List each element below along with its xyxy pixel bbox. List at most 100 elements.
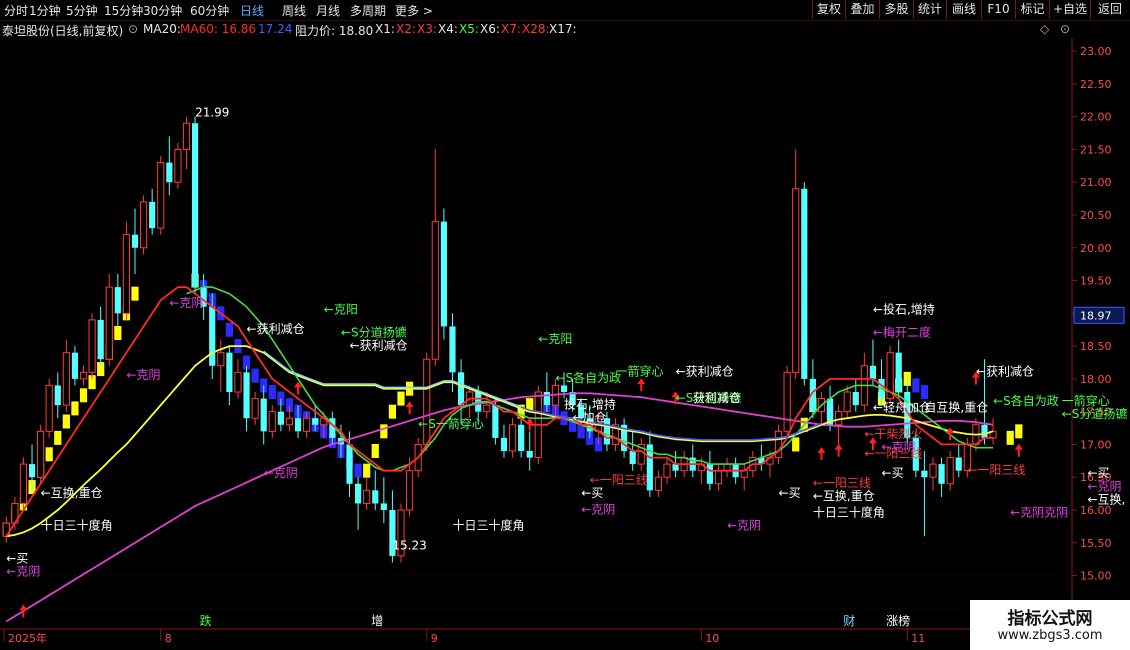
candle-body-down [526,451,533,458]
signal-label: 获利减仓 [693,391,741,405]
candle-body-down [869,365,877,379]
signal-label: ←获利减仓 [676,365,734,379]
timeframe-tab-0[interactable]: 分时 [4,2,28,19]
candle-body-up [740,470,748,478]
candle-body-down [166,162,173,183]
candle-body-down [981,424,988,438]
signal-label: 15.23 [392,538,426,552]
signal-label: 十日三十度角 [452,518,524,533]
signal-label: ←克阴 [1087,479,1121,493]
ribbon-block [363,463,371,478]
timeframe-tab-4[interactable]: 30分钟 [143,2,182,19]
buy-arrow-head [637,378,646,385]
candle-body-up [19,463,28,504]
watermark-title: 指标公式网 [1007,609,1093,629]
timeframe-tab-7[interactable]: 周线 [282,2,306,19]
y-tick-label: 18.00 [1080,373,1112,386]
signal-label: ←干柴烈火 [864,427,922,441]
candle-body-down [801,188,808,379]
signal-label: 21.99 [195,106,229,120]
candle-body-up [663,463,671,478]
x-label-2: X3: [417,22,437,36]
candle-body-up [105,286,113,360]
signal-label: 自互换,重仓 [924,401,988,415]
buy-arrow-head [405,401,414,408]
ma60-label: MA60: 16.86 [180,22,257,36]
candlestick-chart[interactable]: 14.5015.0015.5016.0016.5017.0017.5018.00… [0,38,1130,650]
candle-body-down [71,352,79,379]
timeframe-tab-3[interactable]: 15分钟 [104,2,143,19]
signal-label: ←克阳 [538,332,572,346]
candle-body-down [97,319,104,360]
candle-body-up [217,352,225,367]
candle-body-up [174,148,182,183]
x-label-8: X17: [549,22,577,36]
ribbon-block [1015,424,1023,439]
toolbar-button-1[interactable]: 叠加 [845,0,879,19]
toolbar-button-5[interactable]: F10 [981,0,1015,19]
candle-body-up [423,358,431,445]
signal-label: ←梅开二度 [873,324,931,339]
signal-label: 十日三十度角 [41,518,113,533]
candle-body-up [783,371,791,432]
buy-arrow-head [19,604,28,611]
event-tag: 跌 [200,613,212,628]
ribbon-block [131,286,139,301]
candle-body-down [209,306,216,366]
stock-title: 泰坦股份(日线,前复权) [2,24,124,38]
candle-body-up [929,463,937,478]
y-tick-label: 18.50 [1080,340,1112,353]
candle-body-up [723,463,731,472]
current-price-label: 18.97 [1080,309,1112,322]
toolbar-button-3[interactable]: 统计 [913,0,946,19]
candle-body-up [157,162,165,229]
toolbar-button-8[interactable]: 返回 [1090,0,1129,19]
candle-body-up [483,404,491,413]
timeframe-tab-9[interactable]: 多周期 [350,2,386,19]
date-label: 9 [431,632,438,645]
toolbar-button-6[interactable]: 标记 [1015,0,1049,19]
signal-label: 一箭穿心 [1062,393,1110,408]
diamond-icon[interactable]: ◇ [1040,22,1049,36]
signal-label: ←S各自为政 [555,370,621,385]
candle-body-up [792,188,800,373]
y-tick-label: 21.00 [1080,176,1112,189]
signal-label: ←投石,增持 [873,301,935,316]
ribbon-block [1006,430,1014,445]
ribbon-block [912,378,920,393]
timeframe-tab-6[interactable]: 日线 [240,2,264,19]
settings-icon[interactable]: ⊙ [128,22,138,36]
y-tick-label: 23.00 [1080,45,1112,58]
timeframe-tab-1[interactable]: 1分钟 [29,2,61,19]
signal-label: 十日三十度角 [813,505,885,520]
signal-label: ←买 [779,486,801,500]
y-tick-label: 20.50 [1080,209,1112,222]
signal-label: ←克阴 [264,466,298,480]
x-label-0: X1: [375,22,395,36]
y-tick-label: 17.00 [1080,438,1112,451]
circle-settings-icon[interactable]: ⊙ [1060,22,1070,36]
toolbar-button-0[interactable]: 复权 [812,0,845,19]
candle-body-up [45,384,53,432]
watermark-logo: 指标公式网 www.zbgs3.com [970,600,1130,650]
signal-label: ←S分道扬镳 [341,324,407,339]
signal-label: ←买 [6,551,28,565]
candle-body-up [835,411,843,426]
timeframe-tab-10[interactable]: 更多 > [395,2,433,19]
candle-body-up [122,234,131,314]
price-axis: 14.5015.0015.5016.0016.5017.0017.5018.00… [1071,38,1112,628]
toolbar-button-4[interactable]: 画线 [946,0,981,19]
signal-label: ←克阳 [324,302,358,316]
ribbon-block [397,391,405,406]
candle-body-down [938,464,945,484]
timeframe-tab-5[interactable]: 60分钟 [190,2,229,19]
candle-body-down [492,405,499,438]
toolbar-button-2[interactable]: 多股 [879,0,913,19]
candle-body-up [508,424,517,452]
timeframe-tab-8[interactable]: 月线 [316,2,340,19]
timeframe-tab-2[interactable]: 5分钟 [66,2,98,19]
toolbar-button-7[interactable]: +自选 [1049,0,1090,19]
candle-body-down [243,372,250,419]
ma20-label: MA20: [143,22,181,36]
candle-body-down [543,392,550,406]
